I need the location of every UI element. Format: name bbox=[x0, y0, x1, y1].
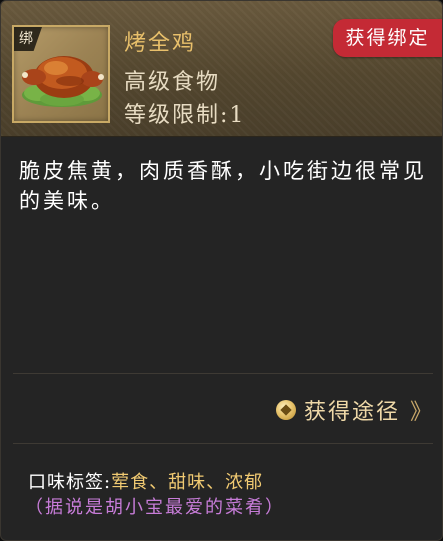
divider-bottom bbox=[13, 443, 433, 444]
coin-icon bbox=[275, 400, 296, 420]
chevron-right-icon: 》 bbox=[409, 400, 432, 425]
flavor-note: （据说是胡小宝最爱的菜肴） bbox=[25, 497, 285, 518]
item-type: 高级食物 bbox=[124, 70, 221, 95]
item-description: 脆皮焦黄，肉质香酥，小吃街边很常见的美味。 bbox=[19, 159, 427, 213]
item-tooltip-panel: 绑 烤全鸡 高级食物 等级限制:1 获得绑定 脆皮焦黄，肉质香酥，小吃街边很常见… bbox=[0, 0, 443, 541]
roast-chicken-icon bbox=[22, 56, 104, 107]
acquire-bind-badge: 获得绑定 bbox=[333, 19, 442, 57]
taste-tags: 口味标签:荤食、甜味、浓郁 bbox=[28, 468, 263, 494]
item-name: 烤全鸡 bbox=[124, 31, 197, 56]
item-level-limit: 等级限制:1 bbox=[124, 103, 246, 128]
taste-tags-label: 口味标签: bbox=[28, 472, 112, 493]
divider-top bbox=[13, 373, 433, 374]
taste-tags-value: 荤食、甜味、浓郁 bbox=[111, 472, 264, 493]
obtain-source-button[interactable]: 获得途径 》 bbox=[275, 394, 432, 426]
obtain-source-label: 获得途径 bbox=[303, 400, 400, 425]
